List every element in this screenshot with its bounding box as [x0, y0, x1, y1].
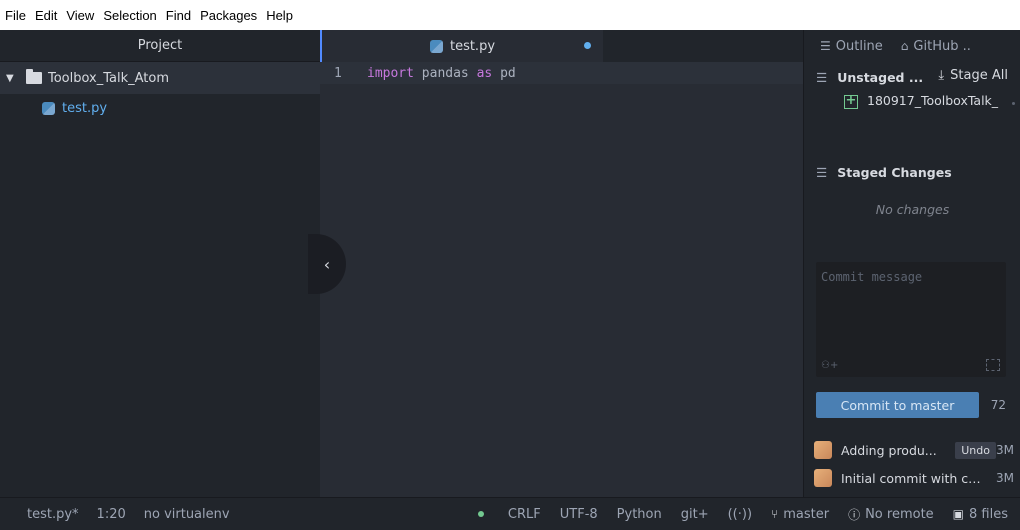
scrollbar-indicator[interactable] — [1012, 102, 1015, 105]
line-number: 1 — [320, 62, 364, 84]
commit-message-input[interactable]: Commit message ⚇+ — [816, 262, 1006, 377]
no-changes-text: No changes — [875, 202, 950, 217]
menu-view[interactable]: View — [66, 8, 94, 23]
recent-commit[interactable]: Initial commit with cur... 3M — [814, 467, 1014, 489]
tab-outline[interactable]: ☰ Outline — [820, 39, 883, 54]
git-plus[interactable]: git+ — [681, 507, 709, 522]
staged-title: Staged Changes — [837, 165, 952, 180]
tree-file-test-py[interactable]: test.py — [0, 94, 320, 122]
editor-pane: test.py 1 import pandas as pd ‹ — [308, 30, 803, 497]
changed-files-button[interactable]: ▣ 8 files — [953, 507, 1008, 522]
tab-test-py[interactable]: test.py — [320, 30, 603, 62]
code-alias: pd — [492, 65, 516, 81]
code-line[interactable]: 1 import pandas as pd — [320, 62, 803, 84]
expand-icon[interactable] — [986, 359, 1000, 371]
recent-commit[interactable]: Adding produ... Undo 3M — [814, 439, 1014, 461]
tab-github[interactable]: ⌂ GitHub .. — [901, 39, 971, 54]
menu-find[interactable]: Find — [166, 8, 191, 23]
tree-root-label: Toolbox_Talk_Atom — [48, 70, 170, 86]
remote-label: No remote — [865, 506, 934, 522]
coauthor-icon[interactable]: ⚇+ — [821, 360, 838, 371]
tab-outline-label: Outline — [835, 38, 883, 54]
modified-dot-icon[interactable] — [584, 42, 591, 49]
tab-github-label: GitHub .. — [913, 38, 971, 54]
encoding[interactable]: UTF-8 — [560, 507, 598, 522]
alert-icon: ⓘ — [848, 507, 861, 522]
editor-tab-title: test.py — [449, 38, 496, 54]
python-icon — [42, 101, 55, 115]
remote-button[interactable]: ⓘ No remote — [848, 506, 934, 523]
menu-packages[interactable]: Packages — [200, 8, 257, 23]
chevron-left-icon: ‹ — [323, 254, 331, 274]
keyword-import: import — [367, 65, 414, 81]
commit-age: 3M — [996, 471, 1014, 485]
avatar — [814, 441, 832, 459]
commit-placeholder: Commit message — [821, 270, 923, 284]
code-text[interactable]: import pandas as pd — [364, 62, 803, 84]
char-count: 72 — [990, 398, 1006, 412]
tab-project[interactable]: Project — [0, 30, 320, 62]
folder-icon — [26, 69, 42, 84]
unstaged-title: Unstaged ... — [837, 70, 924, 85]
github-icon: ⌂ — [900, 39, 909, 53]
status-file[interactable]: test.py* — [27, 507, 79, 522]
branch-button[interactable]: ⑂ master — [771, 507, 829, 522]
list-icon: ☰ — [820, 39, 831, 53]
stage-all-button[interactable]: ⤓ Stage All — [938, 68, 1008, 83]
status-venv[interactable]: no virtualenv — [144, 507, 230, 522]
menu-help[interactable]: Help — [266, 8, 293, 23]
file-diff-icon: ▣ — [952, 507, 965, 521]
tree-view: Project ▼ Toolbox_Talk_Atom test.py — [0, 30, 320, 497]
menu-bar: File Edit View Selection Find Packages H… — [0, 0, 1020, 30]
status-dot-icon — [477, 511, 484, 517]
keyword-as: as — [476, 65, 493, 81]
menu-file[interactable]: File — [5, 8, 26, 23]
commit-button[interactable]: Commit to master — [816, 392, 979, 418]
tree-root-folder[interactable]: ▼ Toolbox_Talk_Atom — [0, 62, 320, 94]
line-ending[interactable]: CRLF — [508, 507, 541, 522]
dock-tabs: ☰ Outline ⌂ GitHub .. — [804, 30, 1020, 62]
status-cursor[interactable]: 1:20 — [97, 507, 126, 522]
editor-tab-bar: test.py — [320, 30, 803, 62]
avatar — [814, 469, 832, 487]
changed-files-label: 8 files — [969, 506, 1008, 522]
commit-message: Adding produ... — [841, 442, 937, 458]
added-file-icon: + — [844, 93, 858, 109]
status-bar: test.py* 1:20 no virtualenv CRLF UTF-8 P… — [0, 497, 1020, 530]
tree-file-label: test.py — [62, 100, 108, 116]
menu-selection[interactable]: Selection — [103, 8, 156, 23]
undo-button[interactable]: Undo — [955, 441, 996, 459]
python-icon — [429, 39, 443, 53]
git-dock: ☰ Outline ⌂ GitHub .. ☰ Unstaged ... ⤓ S… — [803, 30, 1020, 497]
unstaged-header: ☰ Unstaged ... — [816, 70, 923, 85]
chevron-down-icon: ▼ — [6, 72, 14, 84]
stage-all-label: Stage All — [950, 68, 1008, 83]
broadcast-icon[interactable]: ((·)) — [728, 507, 752, 522]
branch-label: master — [783, 506, 830, 522]
unstaged-file-item[interactable]: 180917_ToolboxTalk_Python+Virtualenv\180… — [867, 92, 999, 158]
grammar[interactable]: Python — [617, 507, 662, 522]
staged-header: ☰ Staged Changes — [816, 165, 952, 180]
list-icon: ☰ — [816, 70, 828, 85]
commit-age: 3M — [996, 443, 1014, 457]
commit-message: Initial commit with cur... — [841, 470, 981, 486]
toggle-tree-button[interactable]: ‹ — [308, 234, 346, 294]
menu-edit[interactable]: Edit — [35, 8, 57, 23]
git-branch-icon: ⑂ — [771, 507, 779, 521]
download-icon: ⤓ — [938, 68, 945, 83]
code-module: pandas — [413, 65, 477, 81]
checklist-icon: ☰ — [816, 165, 828, 180]
